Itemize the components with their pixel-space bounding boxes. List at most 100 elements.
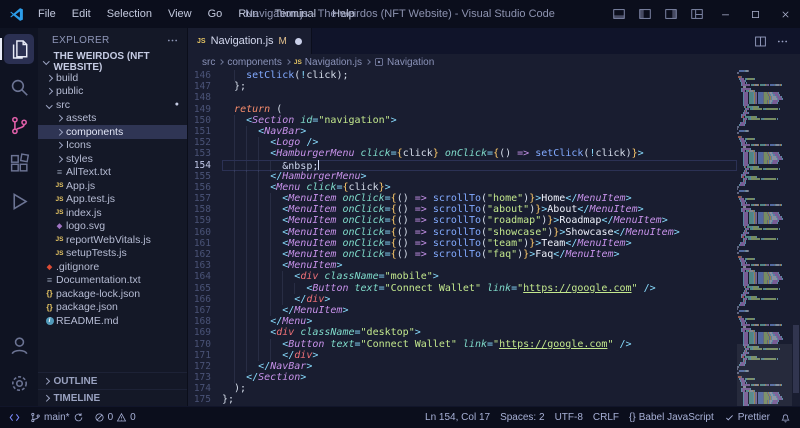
notifications[interactable] (775, 407, 796, 428)
more-actions-icon[interactable] (772, 31, 792, 51)
minimap[interactable] (737, 70, 792, 406)
scrollbar-thumb[interactable] (793, 325, 799, 392)
search-icon[interactable] (4, 72, 34, 102)
customize-layout-icon[interactable] (684, 0, 710, 28)
tree-item-logo.svg[interactable]: ◆logo.svg (38, 220, 187, 234)
code-line-156[interactable]: 156 <Menu click={click}> (188, 182, 737, 193)
code-line-165[interactable]: 165 <Button text="Connect Wallet" link="… (188, 283, 737, 294)
code-line-168[interactable]: 168 </Menu> (188, 316, 737, 327)
line-number[interactable]: 148 (188, 92, 222, 103)
formatter[interactable]: Prettier (719, 407, 775, 428)
accounts-icon[interactable] (4, 330, 34, 360)
dirty-indicator[interactable] (295, 38, 302, 45)
breadcrumb-item-components[interactable]: components (227, 57, 281, 68)
line-number[interactable]: 150 (188, 115, 222, 126)
code-line-172[interactable]: 172 </NavBar> (188, 361, 737, 372)
code-line-174[interactable]: 174 ); (188, 383, 737, 394)
code-line-151[interactable]: 151 <NavBar> (188, 126, 737, 137)
line-number[interactable]: 164 (188, 271, 222, 282)
tree-item-setupTests.js[interactable]: JSsetupTests.js (38, 247, 187, 261)
code-line-158[interactable]: 158 <MenuItem onClick={() => scrollTo("a… (188, 204, 737, 215)
code-line-175[interactable]: 175}; (188, 394, 737, 405)
line-number[interactable]: 172 (188, 361, 222, 372)
code-line-159[interactable]: 159 <MenuItem onClick={() => scrollTo("r… (188, 215, 737, 226)
line-number[interactable]: 149 (188, 104, 222, 115)
code-line-166[interactable]: 166 </div> (188, 294, 737, 305)
menu-edit[interactable]: Edit (64, 0, 99, 28)
line-number[interactable]: 158 (188, 204, 222, 215)
tree-item-README.md[interactable]: iREADME.md (38, 314, 187, 328)
tree-item-build[interactable]: build (38, 71, 187, 85)
line-number[interactable]: 174 (188, 383, 222, 394)
line-number[interactable]: 157 (188, 193, 222, 204)
breadcrumb-item-src[interactable]: src (202, 57, 215, 68)
explorer-icon[interactable] (4, 34, 34, 64)
line-number[interactable]: 146 (188, 70, 222, 81)
tree-item-Documentation.txt[interactable]: ≡Documentation.txt (38, 274, 187, 288)
explorer-more-actions-icon[interactable] (166, 34, 179, 47)
run-and-debug-icon[interactable] (4, 186, 34, 216)
menu-selection[interactable]: Selection (99, 0, 160, 28)
source-control-icon[interactable] (4, 110, 34, 140)
code-line-167[interactable]: 167 </MenuItem> (188, 305, 737, 316)
line-number[interactable]: 175 (188, 394, 222, 405)
tree-item-package.json[interactable]: {}package.json (38, 301, 187, 315)
tree-item-src[interactable]: src● (38, 98, 187, 112)
maximize-button[interactable] (740, 0, 770, 28)
menu-view[interactable]: View (160, 0, 200, 28)
code-line-162[interactable]: 162 <MenuItem onClick={() => scrollTo("f… (188, 249, 737, 260)
breadcrumb-item-navigation[interactable]: Navigation (374, 57, 434, 68)
line-number[interactable]: 160 (188, 227, 222, 238)
code-line-171[interactable]: 171 </div> (188, 350, 737, 361)
tab-navigation-js[interactable]: JS Navigation.js M (188, 28, 312, 54)
line-number[interactable]: 151 (188, 126, 222, 137)
tree-item-Icons[interactable]: Icons (38, 139, 187, 153)
line-number[interactable]: 166 (188, 294, 222, 305)
tree-item-public[interactable]: public (38, 85, 187, 99)
code-line-152[interactable]: 152 <Logo /> (188, 137, 737, 148)
line-number[interactable]: 162 (188, 249, 222, 260)
code-editor[interactable]: 146 setClick(!click);147 };148149 return… (188, 70, 737, 406)
code-line-155[interactable]: 155 </HamburgerMenu> (188, 171, 737, 182)
line-number[interactable]: 171 (188, 350, 222, 361)
toggle-panel-icon[interactable] (606, 0, 632, 28)
extensions-icon[interactable] (4, 148, 34, 178)
minimize-button[interactable] (710, 0, 740, 28)
code-line-164[interactable]: 164 <div className="mobile"> (188, 271, 737, 282)
outline-section[interactable]: OUTLINE (38, 372, 187, 389)
code-line-169[interactable]: 169 <div className="desktop"> (188, 327, 737, 338)
menu-file[interactable]: File (30, 0, 64, 28)
line-number[interactable]: 165 (188, 283, 222, 294)
line-number[interactable]: 167 (188, 305, 222, 316)
tree-item-index.js[interactable]: JSindex.js (38, 206, 187, 220)
code-line-147[interactable]: 147 }; (188, 81, 737, 92)
code-line-163[interactable]: 163 <MenuItem> (188, 260, 737, 271)
code-line-153[interactable]: 153 <HamburgerMenu click={click} onClick… (188, 148, 737, 159)
tree-item-assets[interactable]: assets (38, 112, 187, 126)
git-branch[interactable]: main* (25, 407, 89, 428)
line-number[interactable]: 163 (188, 260, 222, 271)
line-number[interactable]: 156 (188, 182, 222, 193)
timeline-section[interactable]: TIMELINE (38, 389, 187, 406)
line-number[interactable]: 173 (188, 372, 222, 383)
language-mode[interactable]: {} Babel JavaScript (624, 407, 719, 428)
line-number[interactable]: 168 (188, 316, 222, 327)
line-number[interactable]: 161 (188, 238, 222, 249)
problems[interactable]: 0 0 (89, 407, 141, 428)
line-number[interactable]: 147 (188, 81, 222, 92)
code-line-154[interactable]: 154 &nbsp; (188, 160, 737, 171)
tree-item-package-lock.json[interactable]: {}package-lock.json (38, 287, 187, 301)
editor-scrollbar[interactable] (792, 70, 800, 406)
remote-indicator[interactable] (4, 407, 25, 428)
tree-item-styles[interactable]: styles (38, 152, 187, 166)
line-number[interactable]: 155 (188, 171, 222, 182)
line-number[interactable]: 169 (188, 327, 222, 338)
code-line-173[interactable]: 173 </Section> (188, 372, 737, 383)
code-line-157[interactable]: 157 <MenuItem onClick={() => scrollTo("h… (188, 193, 737, 204)
code-line-161[interactable]: 161 <MenuItem onClick={() => scrollTo("t… (188, 238, 737, 249)
settings-icon[interactable] (4, 368, 34, 398)
tree-item-AllText.txt[interactable]: ≡AllText.txt (38, 166, 187, 180)
tree-item-.gitignore[interactable]: ◆.gitignore (38, 260, 187, 274)
tree-item-reportWebVitals.js[interactable]: JSreportWebVitals.js (38, 233, 187, 247)
indentation[interactable]: Spaces: 2 (495, 407, 549, 428)
